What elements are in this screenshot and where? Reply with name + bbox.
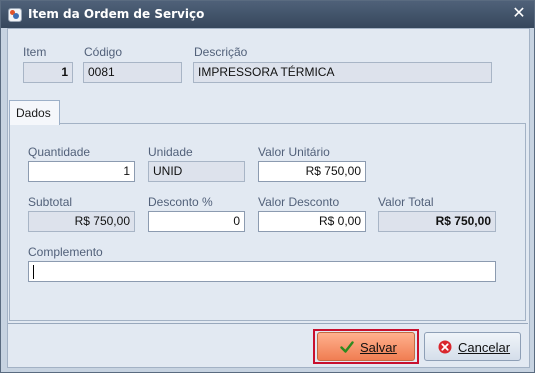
cancel-button[interactable]: Cancelar xyxy=(424,332,521,361)
quantidade-label: Quantidade xyxy=(28,145,91,159)
window-title: Item da Ordem de Serviço xyxy=(28,7,205,21)
item-label: Item xyxy=(23,45,47,59)
valor-unitario-input[interactable]: R$ 750,00 xyxy=(258,161,366,182)
desconto-pct-label: Desconto % xyxy=(148,195,213,209)
unidade-label: Unidade xyxy=(148,145,193,159)
x-icon xyxy=(438,340,452,354)
codigo-field: 0081 xyxy=(83,62,182,83)
subtotal-label: Subtotal xyxy=(28,195,73,209)
item-field: 1 xyxy=(23,62,73,83)
codigo-label: Código xyxy=(84,45,123,59)
descricao-field: IMPRESSORA TÉRMICA xyxy=(193,62,492,83)
descricao-label: Descrição xyxy=(194,45,248,59)
unidade-field: UNID xyxy=(148,161,245,182)
check-icon xyxy=(340,341,354,353)
valor-total-field: R$ 750,00 xyxy=(378,211,496,232)
close-icon[interactable]: ✕ xyxy=(511,5,527,21)
valor-unitario-label: Valor Unitário xyxy=(258,145,330,159)
complemento-input[interactable] xyxy=(28,261,496,282)
valor-desconto-input[interactable]: R$ 0,00 xyxy=(258,211,366,232)
save-button-label: Salvar xyxy=(360,340,397,355)
app-icon xyxy=(8,8,22,22)
desconto-pct-input[interactable]: 0 xyxy=(148,211,245,232)
title-bar: Item da Ordem de Serviço ✕ xyxy=(1,1,534,28)
complemento-label: Complemento xyxy=(28,245,103,259)
text-cursor xyxy=(33,264,34,279)
quantidade-input[interactable]: 1 xyxy=(28,161,135,182)
valor-total-label: Valor Total xyxy=(378,195,434,209)
save-button[interactable]: Salvar xyxy=(317,332,415,361)
cancel-button-label: Cancelar xyxy=(458,340,511,355)
subtotal-field: R$ 750,00 xyxy=(28,211,135,232)
footer-separator xyxy=(8,323,528,324)
dialog-window: Item da Ordem de Serviço ✕ Item 1 Código… xyxy=(0,0,535,373)
valor-desconto-label: Valor Desconto xyxy=(258,195,340,209)
tab-dados-label: Dados xyxy=(16,106,51,120)
tab-dados[interactable]: Dados xyxy=(9,100,60,125)
